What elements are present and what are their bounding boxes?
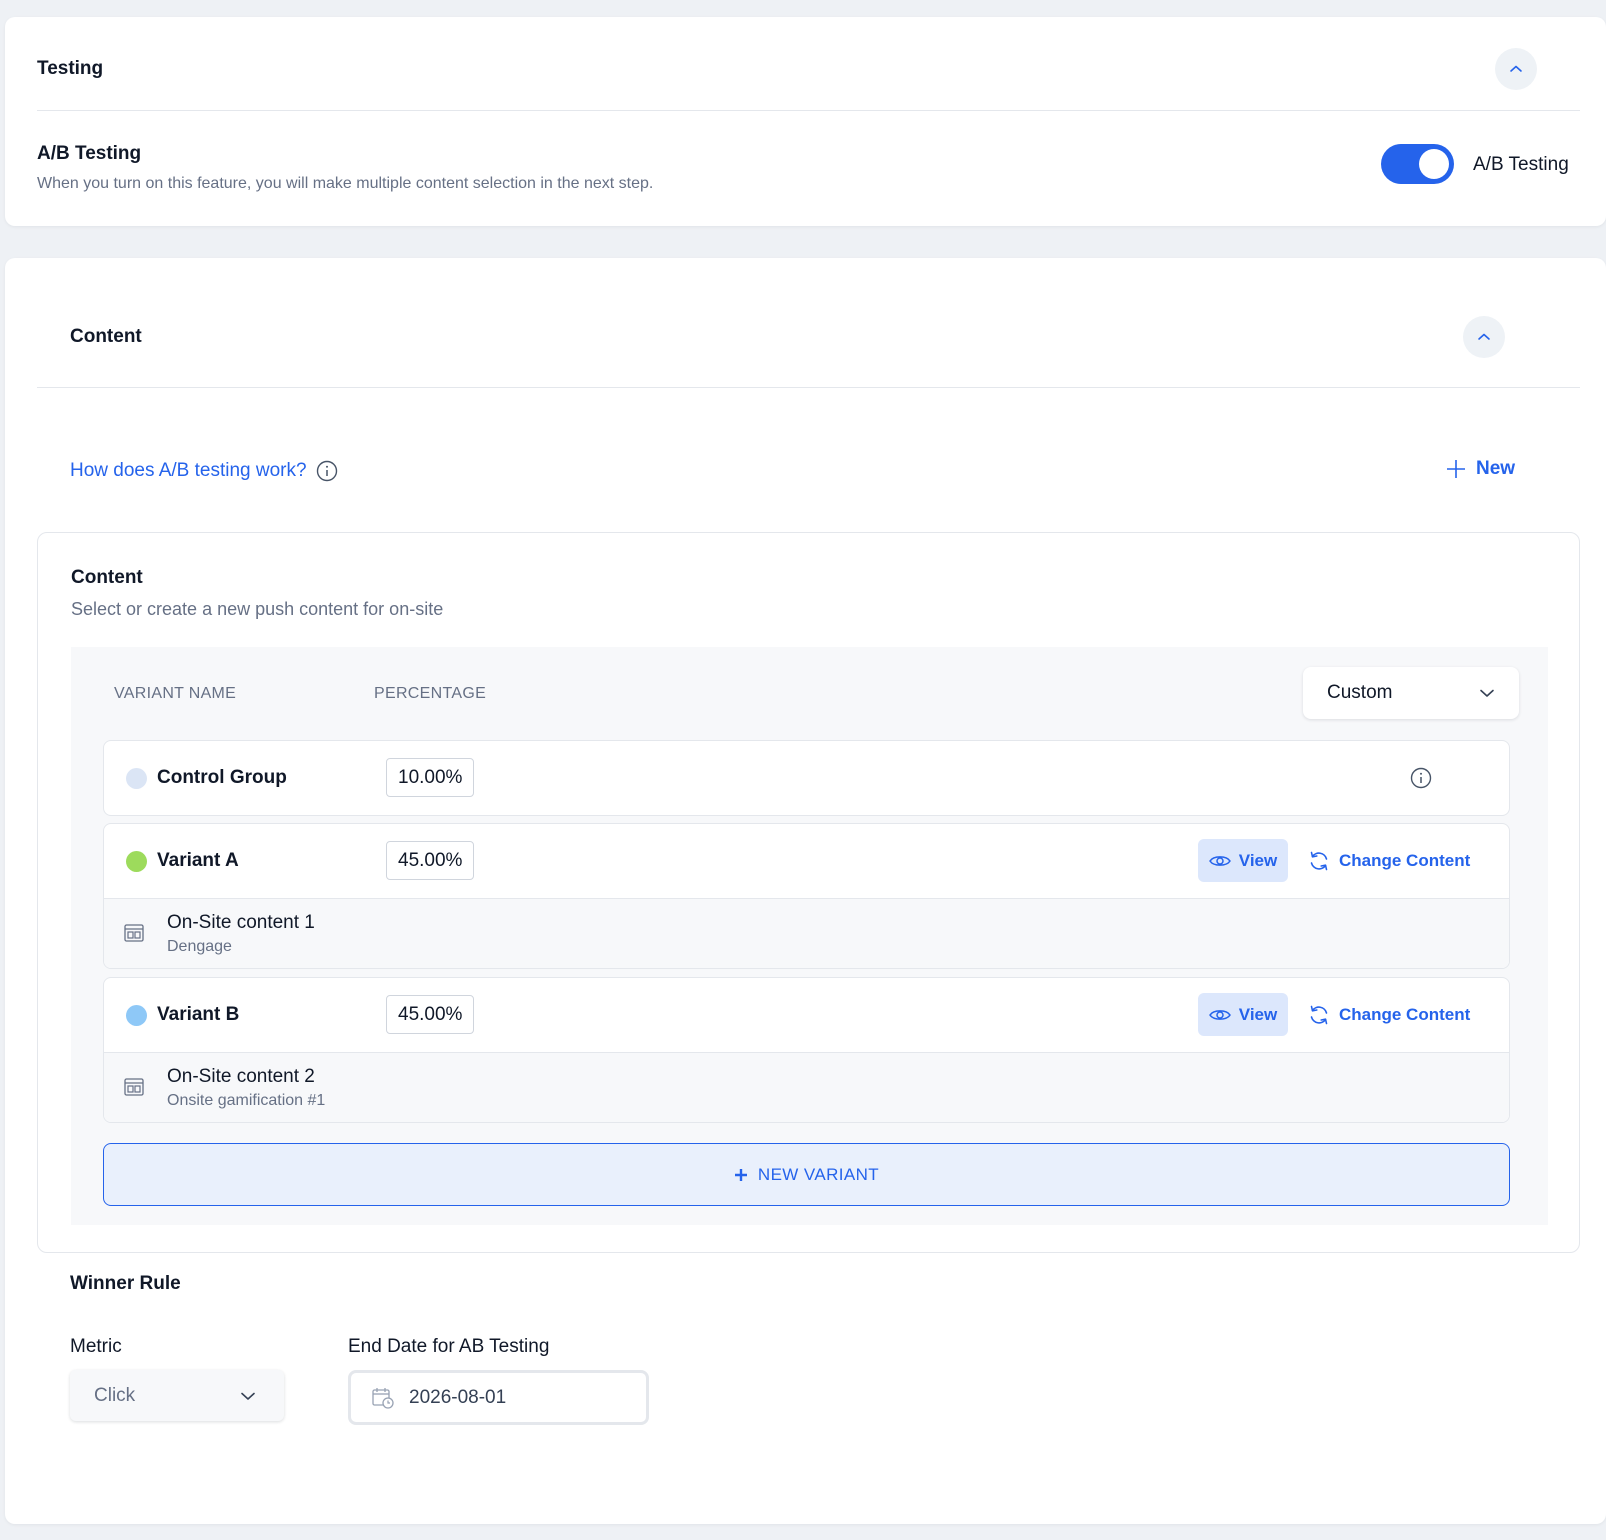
- control-group-percentage-input[interactable]: 10.00%: [386, 758, 475, 797]
- testing-collapse-button[interactable]: [1495, 48, 1537, 90]
- end-date-input[interactable]: 2026-08-01: [348, 1370, 649, 1425]
- metric-select-value: Click: [94, 1384, 136, 1406]
- winner-rule-title: Winner Rule: [70, 1273, 181, 1294]
- ab-testing-toggle[interactable]: [1381, 144, 1454, 184]
- content-template-icon: [124, 924, 144, 942]
- new-variant-label: NEW VARIANT: [757, 1164, 880, 1184]
- change-content-label: Change Content: [1339, 850, 1471, 870]
- variants-panel-title: Content: [71, 567, 143, 588]
- variant-a-content-source: Dengage: [167, 938, 232, 955]
- refresh-icon: [1310, 851, 1328, 870]
- distribution-select[interactable]: Custom: [1303, 667, 1519, 719]
- metric-select[interactable]: Click: [70, 1370, 284, 1421]
- view-button[interactable]: View: [1198, 993, 1288, 1036]
- new-button[interactable]: New: [1446, 458, 1515, 480]
- variant-b-percentage-input[interactable]: 45.00%: [386, 995, 475, 1034]
- content-title: Content: [70, 326, 142, 347]
- change-content-button[interactable]: Change Content: [1308, 993, 1470, 1036]
- testing-card: Testing A/B Testing When you turn on thi…: [5, 17, 1606, 226]
- variant-a-dot: [126, 851, 147, 872]
- ab-testing-toggle-label: A/B Testing: [1473, 154, 1569, 175]
- change-content-button[interactable]: Change Content: [1308, 839, 1470, 882]
- control-group-info-button[interactable]: [1410, 767, 1432, 794]
- variant-a-percentage-input[interactable]: 45.00%: [386, 841, 475, 880]
- content-card: Content How does A/B testing work? New C…: [5, 258, 1606, 1524]
- control-group-name: Control Group: [157, 767, 287, 788]
- variant-row: Variant A 45.00% View Change Content On-…: [103, 823, 1510, 969]
- plus-icon: [1447, 460, 1465, 478]
- view-button-label: View: [1238, 850, 1278, 870]
- how-ab-testing-label: How does A/B testing work?: [70, 460, 307, 481]
- metric-label: Metric: [70, 1336, 122, 1357]
- variant-row: Variant B 45.00% View Change Content On-…: [103, 977, 1510, 1123]
- variant-a-name: Variant A: [157, 850, 239, 871]
- variants-table: VARIANT NAME PERCENTAGE Custom Control G…: [71, 647, 1548, 1225]
- chevron-up-icon: [1478, 333, 1490, 340]
- content-divider: [37, 387, 1580, 388]
- view-button[interactable]: View: [1198, 839, 1288, 882]
- variants-panel: Content Select or create a new push cont…: [37, 532, 1580, 1253]
- info-icon: [1410, 767, 1432, 789]
- variant-b-dot: [126, 1005, 147, 1026]
- variant-b-content-source: Onsite gamification #1: [167, 1092, 326, 1109]
- view-button-label: View: [1238, 1004, 1278, 1024]
- new-button-label: New: [1476, 458, 1516, 479]
- control-group-row: Control Group 10.00%: [103, 740, 1510, 816]
- eye-icon: [1208, 855, 1231, 866]
- variant-b-content-title: On-Site content 2: [167, 1066, 315, 1087]
- variant-b-content: On-Site content 2 Onsite gamification #1: [104, 1052, 1509, 1122]
- ab-testing-title: A/B Testing: [37, 143, 142, 164]
- distribution-select-value: Custom: [1327, 682, 1393, 703]
- variant-b-name: Variant B: [157, 1004, 240, 1025]
- end-date-value: 2026-08-01: [409, 1386, 507, 1408]
- plus-icon: [734, 1168, 747, 1181]
- control-group-dot: [126, 768, 147, 789]
- info-icon: [316, 460, 337, 482]
- eye-icon: [1208, 1009, 1231, 1020]
- chevron-down-icon: [241, 1392, 255, 1400]
- new-variant-button[interactable]: NEW VARIANT: [103, 1143, 1510, 1206]
- refresh-icon: [1310, 1005, 1328, 1024]
- change-content-label: Change Content: [1339, 1004, 1471, 1024]
- testing-divider: [37, 110, 1580, 111]
- chevron-down-icon: [1480, 689, 1494, 697]
- how-ab-testing-link[interactable]: How does A/B testing work?: [70, 460, 338, 482]
- content-template-icon: [124, 1078, 144, 1096]
- end-date-label: End Date for AB Testing: [348, 1336, 550, 1357]
- testing-title: Testing: [37, 58, 104, 79]
- calendar-icon: [372, 1387, 394, 1409]
- variant-a-content: On-Site content 1 Dengage: [104, 898, 1509, 968]
- toggle-knob: [1419, 149, 1449, 179]
- content-collapse-button[interactable]: [1463, 316, 1505, 358]
- ab-testing-description: When you turn on this feature, you will …: [37, 175, 654, 192]
- column-header-variant-name: VARIANT NAME: [114, 685, 237, 702]
- variant-a-content-title: On-Site content 1: [167, 912, 315, 933]
- chevron-up-icon: [1510, 65, 1522, 72]
- column-header-percentage: PERCENTAGE: [374, 685, 487, 702]
- variants-panel-subtitle: Select or create a new push content for …: [71, 599, 444, 619]
